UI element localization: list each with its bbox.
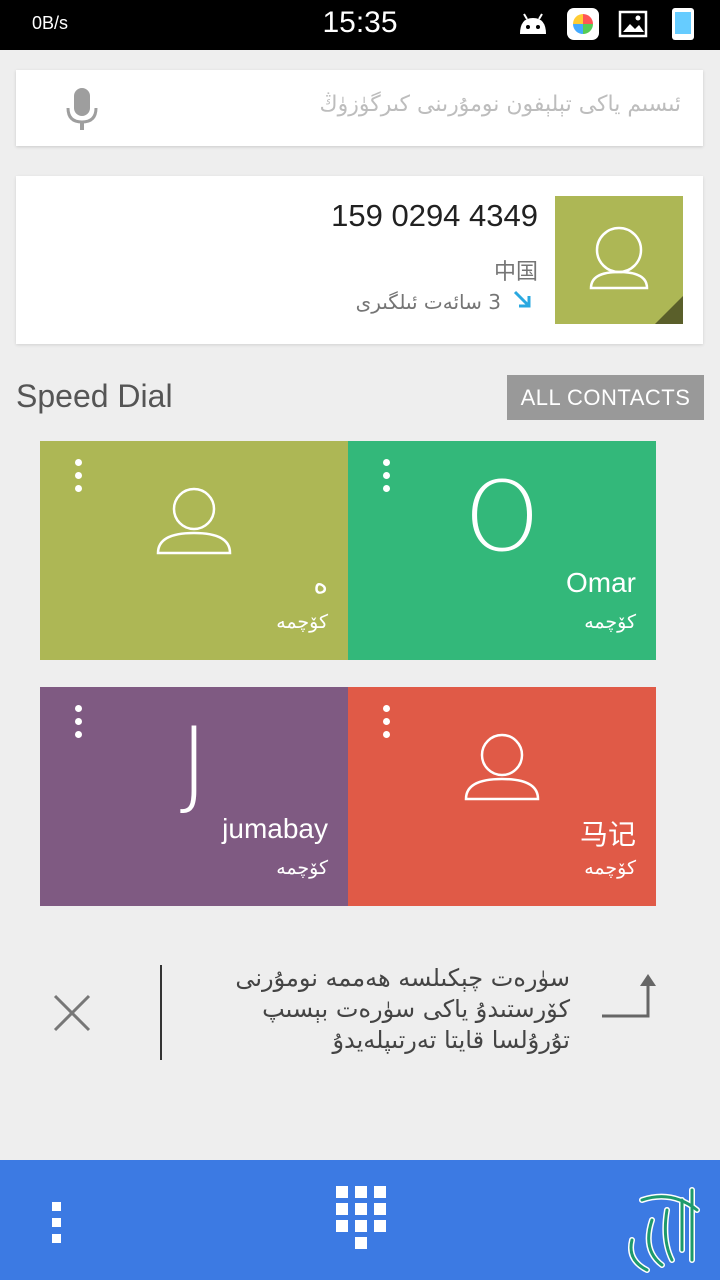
contact-initial: J xyxy=(179,707,209,819)
speed-dial-tile[interactable]: J jumabay كۆچمە xyxy=(40,687,348,906)
recent-call-card[interactable]: 159 0294 4349 中国 3 سائەت ئىلگىرى xyxy=(16,176,703,344)
contact-name: jumabay xyxy=(222,813,328,844)
contact-avatar[interactable] xyxy=(555,196,683,324)
mic-icon[interactable] xyxy=(62,86,102,132)
android-icon xyxy=(516,7,550,41)
number-type: كۆچمە xyxy=(276,857,328,879)
arrow-up-icon xyxy=(600,972,662,1022)
speed-dial-tile[interactable]: ە كۆچمە xyxy=(40,441,348,660)
phone-signal-icon xyxy=(666,7,700,41)
person-icon xyxy=(464,733,540,801)
search-placeholder: ئىسىم ياكى تېلېفون نومۇرىنى كىرگۈزۈڭ xyxy=(319,92,681,117)
incoming-call-arrow-icon xyxy=(511,288,533,315)
status-bar: 0B/s 15:35 xyxy=(0,0,720,50)
dismiss-hint-icon[interactable] xyxy=(52,993,92,1033)
phone-number: 159 0294 4349 xyxy=(331,198,538,233)
hint-text: سۈرەت چېكىلسە ھەممە نومۇرنى كۆرستىدۇ ياك… xyxy=(235,964,570,1054)
status-icons xyxy=(516,7,700,41)
contact-name: 马记 xyxy=(579,819,636,850)
avatar-corner xyxy=(655,296,683,324)
tile-menu-icon[interactable] xyxy=(70,459,86,499)
number-type: كۆچمە xyxy=(276,611,328,633)
search-bar[interactable]: ئىسىم ياكى تېلېفون نومۇرىنى كىرگۈزۈڭ xyxy=(16,70,703,146)
tile-menu-icon[interactable] xyxy=(378,705,394,745)
app-logo-calligraphy xyxy=(612,1180,712,1280)
contact-name: Omar xyxy=(566,567,636,598)
speed-dial-tile[interactable]: O Omar كۆچمە xyxy=(348,441,656,660)
overflow-menu-icon[interactable] xyxy=(50,1202,62,1246)
app-store-icon xyxy=(566,7,600,41)
speed-dial-title: Speed Dial xyxy=(16,378,173,414)
number-type: كۆچمە xyxy=(584,611,636,633)
call-location: 中国 xyxy=(493,260,538,285)
person-icon xyxy=(156,487,232,555)
number-type: كۆچمە xyxy=(584,857,636,879)
all-contacts-button[interactable]: ALL CONTACTS xyxy=(507,375,704,420)
gallery-icon xyxy=(616,7,650,41)
contact-name: ە xyxy=(313,568,328,599)
dialpad-icon[interactable] xyxy=(336,1186,386,1252)
time-ago-label: 3 سائەت ئىلگىرى xyxy=(355,289,501,314)
hint-divider xyxy=(160,965,162,1060)
speed-dial-tile[interactable]: 马记 كۆچمە xyxy=(348,687,656,906)
bottom-bar xyxy=(0,1160,720,1280)
contact-initial: O xyxy=(464,461,540,573)
call-time: 3 سائەت ئىلگىرى xyxy=(356,288,533,315)
